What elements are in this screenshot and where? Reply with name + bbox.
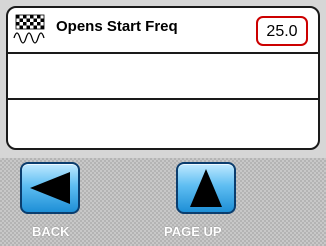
parameter-value-field[interactable]: 25.0 — [256, 16, 308, 46]
arrow-up-icon — [190, 169, 222, 207]
parameter-label: Opens Start Freq — [56, 18, 178, 35]
list-item-opens-start-freq[interactable]: Opens Start Freq 25.0 — [8, 8, 318, 54]
back-button[interactable] — [20, 162, 80, 214]
arrow-left-icon — [30, 172, 70, 204]
screen-panel: Opens Start Freq 25.0 BACK PAGE UP — [0, 0, 326, 246]
list-item-empty[interactable] — [8, 54, 318, 100]
page-up-label: PAGE UP — [164, 224, 222, 239]
list-item-empty[interactable] — [8, 100, 318, 146]
parameter-list: Opens Start Freq 25.0 — [6, 6, 320, 150]
parameter-list-frame: Opens Start Freq 25.0 — [0, 0, 326, 158]
back-label: BACK — [32, 224, 70, 239]
page-up-button[interactable] — [176, 162, 236, 214]
bottom-toolbar: BACK PAGE UP — [0, 158, 326, 246]
checkered-flag-frequency-icon — [12, 14, 48, 44]
